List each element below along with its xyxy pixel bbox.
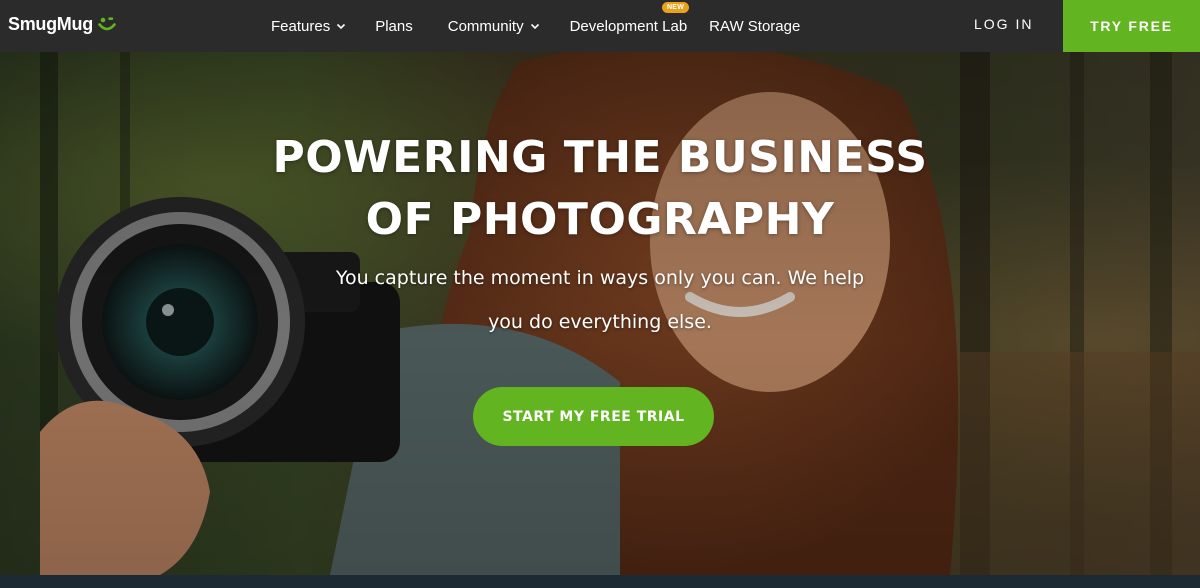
top-nav: SmugMug Features Plans Community Develop… — [0, 0, 1200, 52]
next-section-edge — [0, 575, 1200, 588]
nav-plans-label: Plans — [375, 17, 413, 35]
hero-title: POWERING THE BUSINESS OF PHOTOGRAPHY — [0, 127, 1200, 251]
nav-features-label: Features — [271, 17, 331, 35]
nav-development-lab-label: Development Lab — [569, 17, 688, 35]
new-badge: NEW — [661, 1, 690, 13]
nav-community-label: Community — [447, 17, 524, 35]
smugmug-logo[interactable]: SmugMug — [8, 11, 118, 37]
nav-raw-storage[interactable]: RAW Storage — [709, 18, 800, 35]
nav-features[interactable]: Features — [271, 18, 346, 35]
hero-subtitle: You capture the moment in ways only you … — [0, 256, 1200, 344]
nav-plans[interactable]: Plans — [375, 18, 413, 35]
hero-subtitle-line-1: You capture the moment in ways only you … — [335, 267, 865, 289]
nav-community[interactable]: Community — [448, 18, 540, 35]
hero-section: POWERING THE BUSINESS OF PHOTOGRAPHY You… — [0, 52, 1200, 575]
smugmug-smile-icon — [98, 17, 116, 31]
start-free-trial-button[interactable]: START MY FREE TRIAL — [473, 387, 714, 446]
login-link[interactable]: LOG IN — [974, 16, 1033, 32]
hero-title-line-1: POWERING THE BUSINESS — [272, 132, 928, 183]
try-free-button[interactable]: TRY FREE — [1063, 0, 1200, 52]
chevron-down-icon — [337, 23, 346, 30]
nav-raw-storage-label: RAW Storage — [709, 17, 801, 35]
hero-title-line-2: OF PHOTOGRAPHY — [365, 194, 835, 245]
logo-wordmark: SmugMug — [8, 13, 93, 34]
hero-subtitle-line-2: you do everything else. — [488, 311, 712, 333]
main-menu: Features Plans Community Development Lab… — [271, 0, 800, 52]
chevron-down-icon — [530, 23, 539, 30]
nav-development-lab[interactable]: Development Lab NEW — [569, 1, 690, 35]
